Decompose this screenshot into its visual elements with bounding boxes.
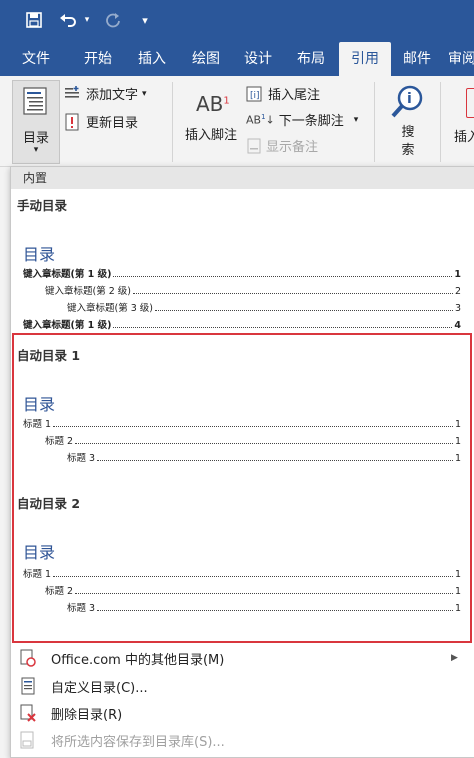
tab-review[interactable]: 审阅 (448, 42, 474, 76)
add-text-button[interactable]: 添加文字 ▾ (64, 84, 147, 103)
menu-item-label: 将所选内容保存到目录库(S)... (51, 734, 225, 750)
search-icon: i (391, 85, 423, 118)
section-header-builtin: 内置 (11, 167, 474, 189)
redo-icon[interactable] (102, 8, 124, 32)
svg-text:[i]: [i] (250, 91, 260, 101)
tab-draw[interactable]: 绘图 (178, 42, 234, 76)
add-text-icon (65, 85, 79, 98)
chevron-down-icon: ▾ (353, 114, 359, 125)
gallery-item-manual-toc[interactable]: 手动目录 目录 键入章标题(第 1 级) 1 键入章标题(第 2 级) 2 键入章标… (11, 189, 474, 331)
ribbon-separator (440, 82, 441, 162)
menu-item-save-selection[interactable]: 将所选内容保存到目录库(S)... (11, 727, 474, 753)
next-footnote-label: 下一条脚注 (278, 114, 344, 129)
toc-preview-line: 键入章标题(第 1 级) 1 (23, 269, 461, 280)
remove-toc-icon (20, 704, 36, 722)
undo-dropdown-icon[interactable]: ▾ (82, 8, 92, 32)
menu-item-remove-toc[interactable]: 删除目录(R) (11, 700, 474, 726)
insert-endnote-label: 插入尾注 (268, 88, 321, 103)
insert-footnote-button[interactable]: AB1 插入脚注 (180, 82, 242, 154)
tab-home[interactable]: 开始 (70, 42, 126, 76)
chevron-right-icon: ▶ (451, 653, 458, 663)
chevron-down-icon: ▾ (33, 145, 39, 155)
ribbon-separator (374, 82, 375, 162)
insert-footnote-label: 插入脚注 (184, 128, 237, 143)
next-footnote-icon: AB1↓ (246, 112, 275, 127)
save-icon[interactable] (22, 8, 46, 32)
toc-preview-line: 键入章标题(第 2 级) 2 (45, 286, 461, 297)
menu-item-label: 自定义目录(C)... (51, 680, 148, 696)
toc-icon (23, 87, 47, 115)
highlight-box (12, 333, 472, 643)
show-notes-label: 显示备注 (266, 140, 319, 155)
tab-layout[interactable]: 布局 (283, 42, 339, 76)
ribbon-tabs: 文件 开始 插入 绘图 设计 布局 引用 邮件 审阅 (0, 42, 474, 76)
toc-button-label: 目录 (22, 131, 49, 146)
insert-endnote-button[interactable]: [i] 插入尾注 (246, 84, 320, 103)
update-toc-icon (65, 113, 79, 130)
menu-item-label: 删除目录(R) (51, 707, 123, 723)
show-notes-button[interactable]: 显示备注 (246, 136, 318, 155)
caption-icon (466, 88, 474, 118)
tab-mailings[interactable]: 邮件 (392, 42, 442, 76)
toc-preview-heading: 目录 (23, 245, 56, 264)
next-footnote-button[interactable]: AB1↓ 下一条脚注 ▾ (246, 110, 358, 129)
save-to-gallery-icon (20, 731, 34, 749)
search-label-line2: 索 (401, 143, 415, 158)
tab-references[interactable]: 引用 (339, 42, 391, 76)
add-text-label: 添加文字 (86, 88, 139, 103)
toc-gallery-dropdown: 内置 手动目录 目录 键入章标题(第 1 级) 1 键入章标题(第 2 级) 2 键… (10, 166, 474, 758)
menu-item-office-more-toc[interactable]: Office.com 中的其他目录(M) ▶ (11, 645, 474, 671)
update-toc-label: 更新目录 (86, 116, 139, 131)
undo-icon[interactable] (56, 8, 80, 32)
menu-item-label: Office.com 中的其他目录(M) (51, 652, 225, 668)
search-button[interactable]: i 搜 索 (388, 82, 428, 162)
menu-item-custom-toc[interactable]: 自定义目录(C)... (11, 673, 474, 699)
search-label-line1: 搜 (401, 125, 415, 140)
gallery-item-title: 手动目录 (17, 198, 68, 213)
tab-design[interactable]: 设计 (230, 42, 286, 76)
svg-text:i: i (407, 91, 412, 107)
office-document-icon (20, 649, 36, 667)
title-bar: ▾ ▾ (0, 0, 474, 42)
toc-preview-line: 键入章标题(第 3 级) 3 (67, 303, 461, 314)
insert-caption-label: 插入 (454, 130, 474, 145)
footnote-ab-icon: AB1 (196, 92, 230, 116)
customize-qat-icon[interactable]: ▾ (138, 8, 152, 32)
tab-insert[interactable]: 插入 (124, 42, 180, 76)
toc-preview-line: 键入章标题(第 1 级) 4 (23, 320, 461, 331)
endnote-icon: [i] (246, 86, 262, 101)
ribbon: 目录 ▾ 添加文字 ▾ 更新目录 AB1 插入脚注 [i] 插入尾注 AB1↓ … (0, 76, 474, 167)
toc-button[interactable]: 目录 ▾ (12, 80, 60, 164)
update-toc-button[interactable]: 更新目录 (64, 112, 138, 131)
show-notes-icon (247, 138, 261, 153)
custom-toc-icon (21, 677, 35, 695)
chevron-down-icon: ▾ (142, 88, 147, 99)
insert-caption-button[interactable]: 插入 (450, 82, 474, 162)
tab-file[interactable]: 文件 (8, 42, 64, 76)
ribbon-separator (172, 82, 173, 162)
